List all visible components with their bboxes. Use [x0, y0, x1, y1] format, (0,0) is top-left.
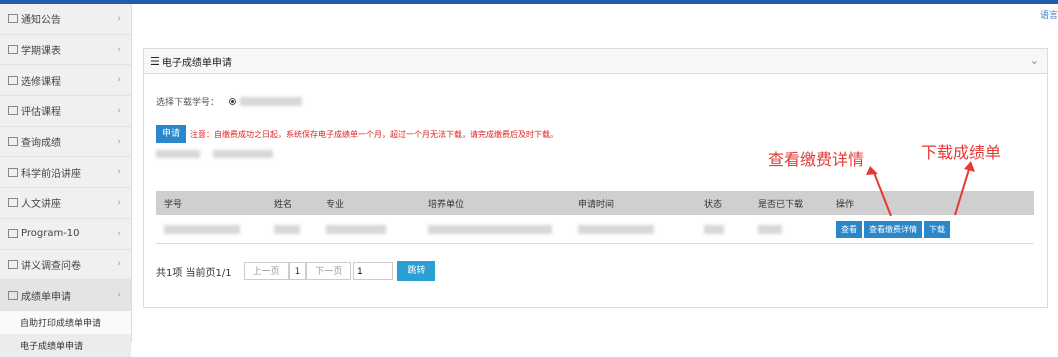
- arrowhead-download: [964, 161, 975, 172]
- arrowhead-view-payment: [866, 166, 878, 175]
- arrow-download: [954, 165, 971, 216]
- annotation-arrows: [866, 161, 975, 217]
- arrow-view-payment: [872, 169, 892, 217]
